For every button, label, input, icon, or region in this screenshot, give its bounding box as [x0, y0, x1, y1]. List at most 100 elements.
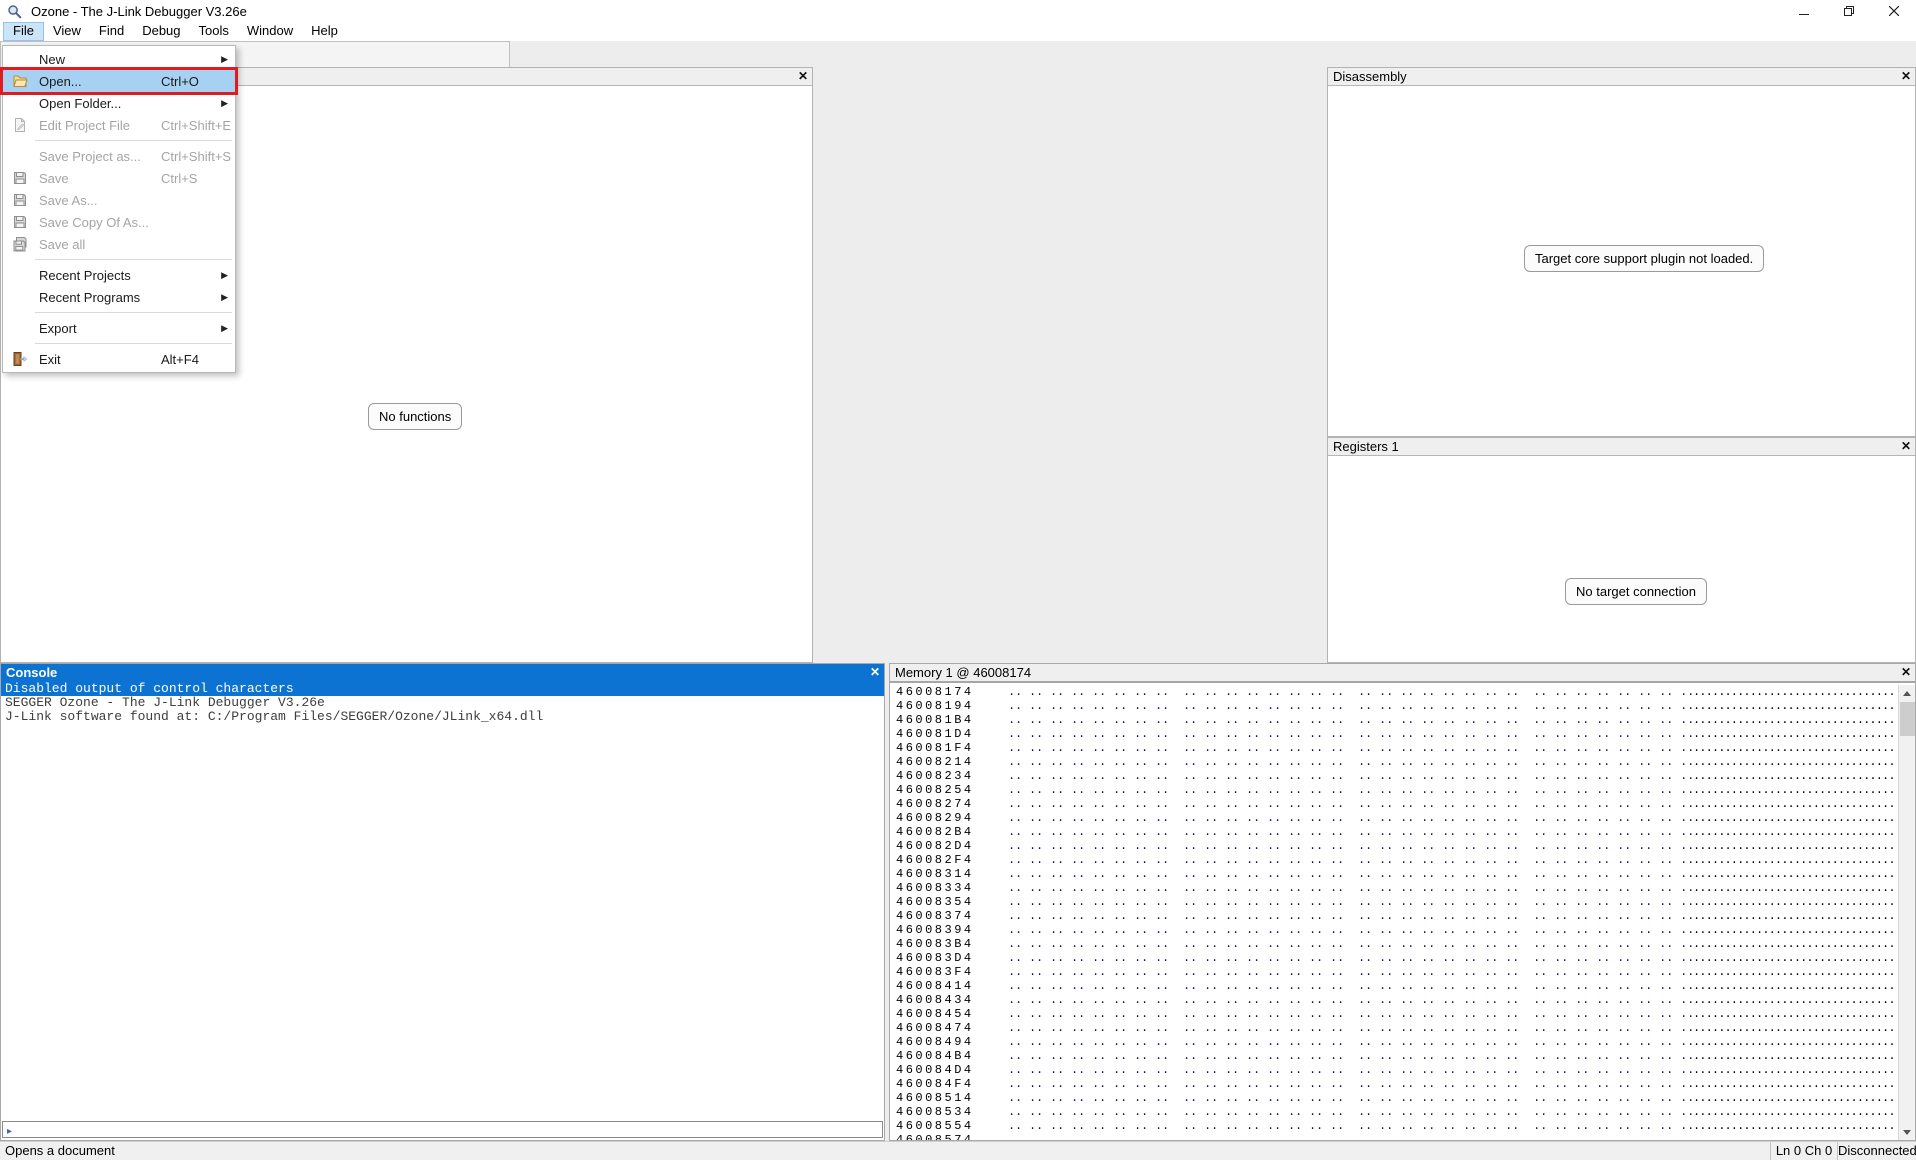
memory-row[interactable]: 46008534.. .. .. .. .. .. .. .. .. .. ..… — [890, 1105, 1898, 1119]
memory-ascii: ................................ — [1693, 1119, 1898, 1133]
memory-row[interactable]: 460083B4.. .. .. .. .. .. .. .. .. .. ..… — [890, 937, 1898, 951]
memory-row[interactable]: 46008214.. .. .. .. .. .. .. .. .. .. ..… — [890, 755, 1898, 769]
memory-row[interactable]: 460083D4.. .. .. .. .. .. .. .. .. .. ..… — [890, 951, 1898, 965]
memory-row[interactable]: 46008434.. .. .. .. .. .. .. .. .. .. ..… — [890, 993, 1898, 1007]
menu-item-label: Open... — [39, 74, 82, 89]
memory-ascii: ................................ — [1693, 853, 1898, 867]
memory-row[interactable]: 460084D4.. .. .. .. .. .. .. .. .. .. ..… — [890, 1063, 1898, 1077]
menu-item-edit-project-file: Edit Project FileCtrl+Shift+E — [3, 114, 235, 136]
close-icon[interactable]: ✕ — [870, 664, 880, 681]
no-icon — [8, 267, 32, 283]
restore-button[interactable] — [1826, 0, 1871, 22]
memory-row[interactable]: 46008334.. .. .. .. .. .. .. .. .. .. ..… — [890, 881, 1898, 895]
memory-hex-bytes: .. .. .. .. .. .. .. .. .. .. .. .. .. .… — [1008, 937, 1693, 951]
menu-item-open-folder[interactable]: Open Folder...▶ — [3, 92, 235, 114]
memory-row[interactable]: 460083F4.. .. .. .. .. .. .. .. .. .. ..… — [890, 965, 1898, 979]
disassembly-panel-title: Disassembly — [1333, 69, 1407, 84]
close-icon[interactable]: ✕ — [798, 68, 808, 85]
menu-item-new[interactable]: New▶ — [3, 48, 235, 70]
memory-row[interactable]: 460084F4.. .. .. .. .. .. .. .. .. .. ..… — [890, 1077, 1898, 1091]
registers-panel-header: Registers 1 ✕ — [1328, 438, 1915, 456]
menu-item-open[interactable]: Open...Ctrl+O — [3, 70, 235, 92]
memory-row[interactable]: 460082F4.. .. .. .. .. .. .. .. .. .. ..… — [890, 853, 1898, 867]
memory-hex-bytes: .. .. .. .. .. .. .. .. .. .. .. .. .. .… — [1008, 1021, 1693, 1035]
memory-address: 460082D4 — [890, 839, 1008, 853]
memory-row[interactable]: 460082B4.. .. .. .. .. .. .. .. .. .. ..… — [890, 825, 1898, 839]
memory-row[interactable]: 46008374.. .. .. .. .. .. .. .. .. .. ..… — [890, 909, 1898, 923]
memory-row[interactable]: 460081F4.. .. .. .. .. .. .. .. .. .. ..… — [890, 741, 1898, 755]
scroll-down-icon[interactable] — [1899, 1124, 1915, 1140]
memory-row[interactable]: 46008274.. .. .. .. .. .. .. .. .. .. ..… — [890, 797, 1898, 811]
memory-address: 46008194 — [890, 699, 1008, 713]
memory-row[interactable]: 46008314.. .. .. .. .. .. .. .. .. .. ..… — [890, 867, 1898, 881]
memory-row[interactable]: 46008294.. .. .. .. .. .. .. .. .. .. ..… — [890, 811, 1898, 825]
menu-item-exit[interactable]: ExitAlt+F4 — [3, 348, 235, 370]
memory-hex-bytes: .. .. .. .. .. .. .. .. .. .. .. .. .. .… — [1008, 909, 1693, 923]
memory-row[interactable]: 46008554.. .. .. .. .. .. .. .. .. .. ..… — [890, 1119, 1898, 1133]
menubar-item-window[interactable]: Window — [238, 22, 302, 41]
memory-row[interactable]: 46008234.. .. .. .. .. .. .. .. .. .. ..… — [890, 769, 1898, 783]
menu-item-recent-programs[interactable]: Recent Programs▶ — [3, 286, 235, 308]
menubar-item-help[interactable]: Help — [302, 22, 347, 41]
menu-item-recent-projects[interactable]: Recent Projects▶ — [3, 264, 235, 286]
memory-row[interactable]: 46008254.. .. .. .. .. .. .. .. .. .. ..… — [890, 783, 1898, 797]
close-icon[interactable]: ✕ — [1901, 664, 1911, 681]
memory-ascii: ................................ — [1693, 1063, 1898, 1077]
console-command-input[interactable]: ▸ — [2, 1121, 883, 1138]
console-line[interactable]: SEGGER Ozone - The J-Link Debugger V3.26… — [1, 696, 884, 710]
menu-item-shortcut: Ctrl+Shift+S — [161, 149, 231, 164]
memory-row[interactable]: 460081B4.. .. .. .. .. .. .. .. .. .. ..… — [890, 713, 1898, 727]
submenu-arrow-icon: ▶ — [221, 270, 228, 281]
minimize-button[interactable] — [1781, 0, 1826, 22]
console-line[interactable]: J-Link software found at: C:/Program Fil… — [1, 710, 884, 724]
memory-ascii: ................................ — [1693, 895, 1898, 909]
scrollbar-thumb[interactable] — [1900, 702, 1915, 736]
memory-row[interactable]: 460082D4.. .. .. .. .. .. .. .. .. .. ..… — [890, 839, 1898, 853]
close-icon[interactable]: ✕ — [1901, 438, 1911, 455]
memory-row[interactable]: 46008354.. .. .. .. .. .. .. .. .. .. ..… — [890, 895, 1898, 909]
memory-row[interactable]: 460081D4.. .. .. .. .. .. .. .. .. .. ..… — [890, 727, 1898, 741]
memory-row[interactable]: 46008494.. .. .. .. .. .. .. .. .. .. ..… — [890, 1035, 1898, 1049]
memory-ascii: ................................ — [1693, 1007, 1898, 1021]
memory-hex-bytes: .. .. .. .. .. .. .. .. .. .. .. .. .. .… — [1008, 1105, 1693, 1119]
menu-separator — [3, 339, 235, 348]
memory-hex-bytes: .. .. .. .. .. .. .. .. .. .. .. .. .. .… — [1008, 951, 1693, 965]
memory-address: 46008174 — [890, 685, 1008, 699]
memory-row[interactable]: 46008174.. .. .. .. .. .. .. .. .. .. ..… — [890, 685, 1898, 699]
status-message: Opens a document — [5, 1142, 115, 1160]
menu-item-save-copy-of-as: Save Copy Of As... — [3, 211, 235, 233]
close-icon[interactable]: ✕ — [1901, 68, 1911, 85]
memory-address: 460081B4 — [890, 713, 1008, 727]
memory-row[interactable]: 460084B4.. .. .. .. .. .. .. .. .. .. ..… — [890, 1049, 1898, 1063]
menu-separator — [3, 308, 235, 317]
menu-item-export[interactable]: Export▶ — [3, 317, 235, 339]
memory-ascii: ................................ — [1693, 993, 1898, 1007]
memory-hex-bytes: .. .. .. .. .. .. .. .. .. .. .. .. .. .… — [1008, 1119, 1693, 1133]
scroll-up-icon[interactable] — [1899, 685, 1915, 701]
memory-address: 460083F4 — [890, 965, 1008, 979]
memory-row[interactable]: 46008514.. .. .. .. .. .. .. .. .. .. ..… — [890, 1091, 1898, 1105]
menubar-item-debug[interactable]: Debug — [133, 22, 189, 41]
memory-ascii: ................................ — [1693, 713, 1898, 727]
close-button[interactable] — [1871, 0, 1916, 22]
menubar-item-tools[interactable]: Tools — [190, 22, 238, 41]
memory-address: 46008214 — [890, 755, 1008, 769]
memory-panel-title: Memory 1 @ 46008174 — [895, 665, 1031, 680]
memory-scrollbar[interactable] — [1898, 685, 1915, 1140]
menubar-item-file[interactable]: File — [3, 22, 44, 41]
menubar-item-find[interactable]: Find — [90, 22, 133, 41]
console-line[interactable]: Disabled output of control characters — [1, 682, 884, 696]
memory-address: 46008494 — [890, 1035, 1008, 1049]
memory-row[interactable]: 46008394.. .. .. .. .. .. .. .. .. .. ..… — [890, 923, 1898, 937]
memory-ascii: ................................ — [1693, 951, 1898, 965]
memory-row[interactable]: 46008194.. .. .. .. .. .. .. .. .. .. ..… — [890, 699, 1898, 713]
memory-row[interactable]: 46008454.. .. .. .. .. .. .. .. .. .. ..… — [890, 1007, 1898, 1021]
memory-row[interactable]: 46008474.. .. .. .. .. .. .. .. .. .. ..… — [890, 1021, 1898, 1035]
menubar-item-view[interactable]: View — [44, 22, 90, 41]
save-icon — [8, 170, 32, 186]
memory-row[interactable]: 46008574.. .. .. .. .. .. .. .. .. .. ..… — [890, 1133, 1898, 1140]
memory-ascii: ................................ — [1693, 1133, 1898, 1140]
menu-item-label: Recent Programs — [39, 290, 140, 305]
memory-address: 460081F4 — [890, 741, 1008, 755]
memory-row[interactable]: 46008414.. .. .. .. .. .. .. .. .. .. ..… — [890, 979, 1898, 993]
